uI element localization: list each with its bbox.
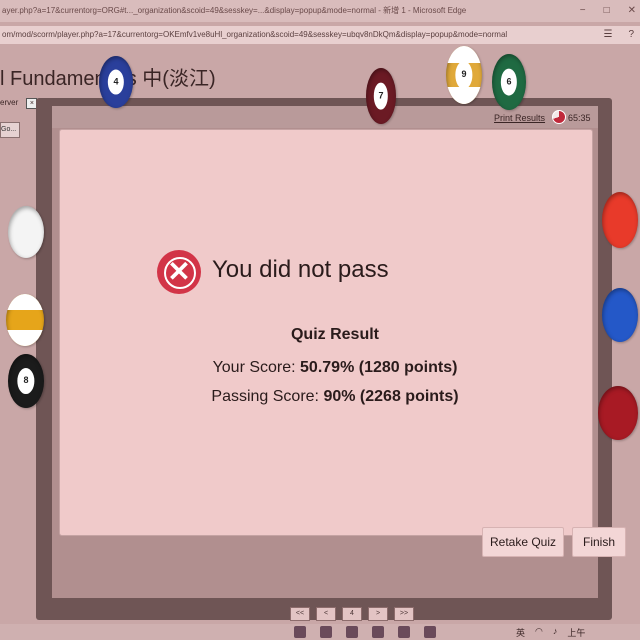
app-icon[interactable] <box>372 626 384 638</box>
server-label: erver <box>0 98 19 107</box>
passing-score-label: Passing Score: <box>211 388 324 405</box>
billiard-ball-icon <box>602 192 638 248</box>
result-heading: You did not pass <box>212 256 389 283</box>
billiard-ball-icon <box>602 288 638 342</box>
reader-icon[interactable]: ☰ <box>603 26 612 44</box>
ball-number: 8 <box>17 368 35 394</box>
passing-score-line: Passing Score: 90% (2268 points) <box>0 388 640 406</box>
server-toc-header: erver × <box>0 98 38 109</box>
app-icon[interactable] <box>346 626 358 638</box>
billiard-ball-icon: 8 <box>8 354 44 408</box>
window-title: ayer.php?a=17&currentorg=ORG#t..._organi… <box>2 6 467 15</box>
window-controls: − □ ✕ <box>580 0 636 22</box>
go-button[interactable]: Go... <box>0 122 20 138</box>
clock-text[interactable]: 上午 <box>567 626 585 639</box>
billiard-ball-icon: 6 <box>492 54 526 110</box>
language-indicator[interactable]: 英 <box>516 626 525 639</box>
wifi-icon[interactable]: ◠ <box>535 626 543 639</box>
taskbar-apps <box>294 626 436 638</box>
maximize-icon[interactable]: □ <box>604 0 610 22</box>
ball-number: 9 <box>455 61 473 89</box>
finish-button[interactable]: Finish <box>572 527 626 557</box>
app-icon[interactable] <box>398 626 410 638</box>
current-page-indicator[interactable]: 4 <box>342 607 362 621</box>
address-icons: ☰ ? <box>603 26 634 44</box>
system-tray: 英 ◠ ♪ 上午 <box>516 626 585 639</box>
your-score-line: Your Score: 50.79% (1280 points) <box>0 359 640 377</box>
billiard-ball-icon <box>6 294 44 346</box>
last-page-button[interactable]: >> <box>394 607 414 621</box>
fail-x-icon: ✕ <box>157 250 201 294</box>
volume-icon[interactable]: ♪ <box>553 626 558 639</box>
timer-text: 65:35 <box>568 113 591 123</box>
app-icon[interactable] <box>424 626 436 638</box>
print-results-link[interactable]: Print Results <box>494 113 545 123</box>
minimize-icon[interactable]: − <box>580 0 586 22</box>
ball-number: 6 <box>500 68 518 96</box>
close-icon[interactable]: ✕ <box>628 0 636 22</box>
billiard-ball-icon: 4 <box>99 56 133 108</box>
your-score-value: 50.79% (1280 points) <box>300 359 458 376</box>
app-icon[interactable] <box>320 626 332 638</box>
next-page-button[interactable]: > <box>368 607 388 621</box>
prev-page-button[interactable]: < <box>316 607 336 621</box>
retake-quiz-button[interactable]: Retake Quiz <box>482 527 564 557</box>
billiard-ball-icon <box>598 386 638 440</box>
timer-icon <box>552 110 566 124</box>
ball-number: 7 <box>373 82 389 110</box>
app-icon[interactable] <box>294 626 306 638</box>
passing-score-value: 90% (2268 points) <box>323 388 459 405</box>
address-bar[interactable]: om/mod/scorm/player.php?a=17&currentorg=… <box>0 26 640 44</box>
window-titlebar: ayer.php?a=17&currentorg=ORG#t..._organi… <box>0 0 640 22</box>
billiard-ball-icon: 7 <box>366 68 396 124</box>
ball-number: 4 <box>107 69 125 95</box>
first-page-button[interactable]: << <box>290 607 310 621</box>
quiz-result-title: Quiz Result <box>290 326 379 343</box>
billiard-ball-icon <box>8 206 44 258</box>
url-text[interactable]: om/mod/scorm/player.php?a=17&currentorg=… <box>0 26 507 44</box>
help-icon[interactable]: ? <box>628 26 634 44</box>
slide-pager: << < 4 > >> <box>290 607 414 621</box>
your-score-label: Your Score: <box>212 359 301 376</box>
billiard-ball-icon: 9 <box>446 46 482 104</box>
